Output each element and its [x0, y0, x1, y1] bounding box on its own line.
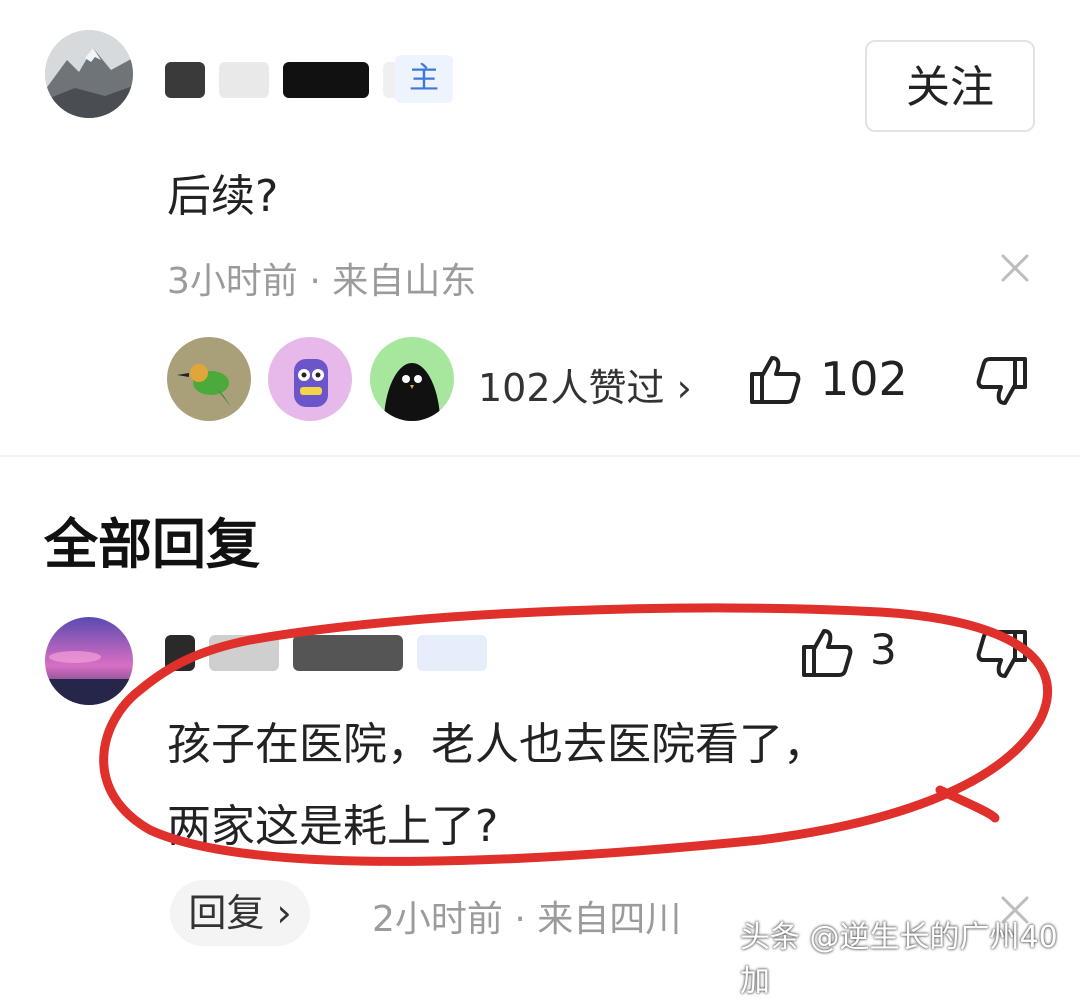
- reply-text-line-2: 两家这是耗上了?: [167, 801, 499, 852]
- comment-meta: 3小时前 · 来自山东: [167, 261, 477, 302]
- likers-summary-link[interactable]: 102人赞过 ›: [478, 357, 692, 412]
- replier-name-redacted[interactable]: [165, 625, 487, 680]
- author-badge-label: 主: [409, 61, 439, 96]
- reply-like-count: 3: [870, 625, 897, 674]
- red-annotation-circle: [99, 603, 1053, 866]
- watermark: 头条 @逆生长的广州40加: [740, 920, 1058, 999]
- all-replies-heading: 全部回复: [44, 513, 260, 576]
- follow-button[interactable]: 关注: [865, 40, 1035, 132]
- like-count: 102: [820, 352, 908, 406]
- reply-button[interactable]: 回复 ›: [170, 880, 310, 946]
- liker-avatar[interactable]: [268, 337, 352, 421]
- author-badge: 主: [395, 55, 453, 103]
- reply-text-line-1: 孩子在医院，老人也去医院看了，: [167, 719, 827, 770]
- liker-avatar[interactable]: [167, 337, 251, 421]
- commenter-avatar[interactable]: [45, 30, 133, 118]
- section-divider: [0, 455, 1080, 457]
- replier-avatar[interactable]: [45, 617, 133, 705]
- thumb-up-icon[interactable]: [748, 352, 802, 406]
- thumb-up-icon[interactable]: [800, 625, 854, 679]
- close-icon[interactable]: [995, 248, 1035, 288]
- reply-meta: 2小时前 · 来自四川: [372, 899, 682, 940]
- comment-text: 后续?: [167, 171, 279, 222]
- thumb-down-icon[interactable]: [975, 355, 1029, 409]
- thumb-down-icon[interactable]: [975, 628, 1029, 682]
- liker-avatar[interactable]: [370, 337, 454, 421]
